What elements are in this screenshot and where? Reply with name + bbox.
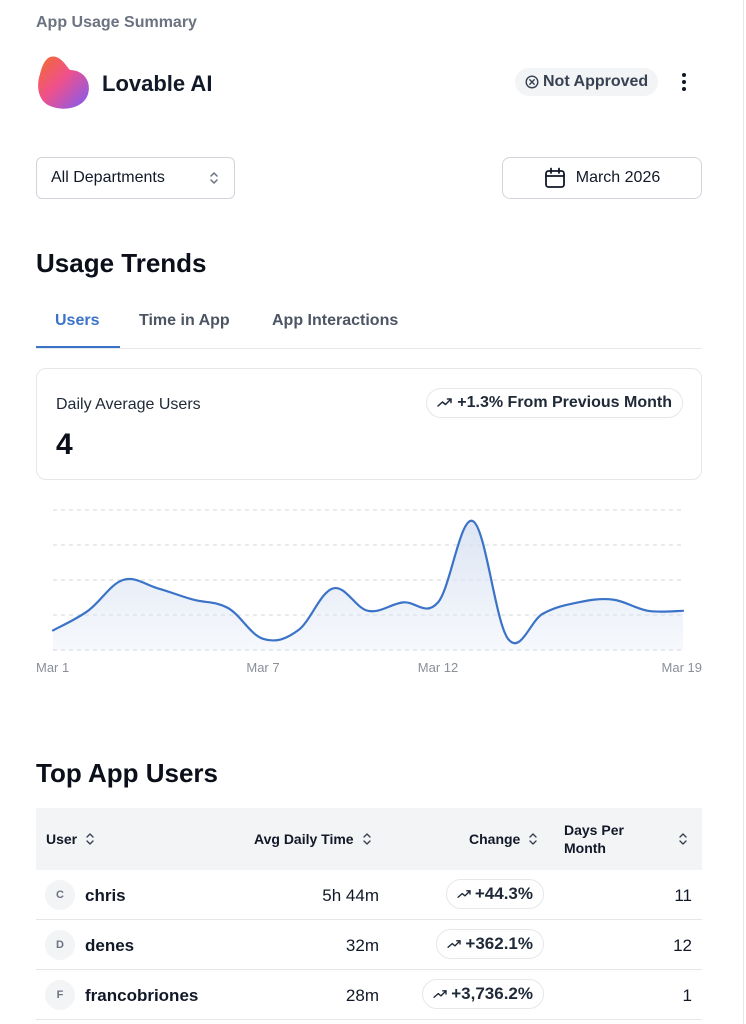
avatar: C: [45, 880, 75, 910]
status-badge: Not Approved: [515, 68, 659, 96]
days-per-month: 1: [682, 986, 692, 1005]
metric-value: 4: [56, 428, 73, 461]
change-badge: +44.3%: [445, 879, 544, 909]
sort-icon: [529, 833, 538, 845]
column-header-change-label: Change: [469, 831, 521, 847]
trending-up-icon: [447, 939, 462, 948]
page-heading: App Usage Summary: [36, 14, 197, 31]
trending-up-icon: [457, 889, 471, 898]
x-tick-label: Mar 7: [246, 660, 279, 675]
sort-icon: [86, 833, 94, 845]
user-name: denes: [85, 936, 135, 955]
change-value: +3,736.2%: [451, 984, 533, 1003]
table-header: User Avg Daily Time Change Days Per Mont…: [36, 808, 702, 870]
avg-daily-time: 28m: [345, 986, 379, 1005]
avatar: D: [45, 930, 75, 960]
column-header-user[interactable]: User: [46, 808, 95, 870]
user-name: francobriones: [85, 986, 199, 1005]
change-value: +44.3%: [474, 884, 533, 903]
column-header-days-per-month[interactable]: Days Per Month: [564, 808, 644, 870]
trend-text: +1.3% From Previous Month: [457, 394, 672, 411]
x-tick-label: Mar 19: [662, 660, 702, 675]
usage-tabs: Users Time in App App Interactions: [36, 302, 702, 349]
metric-label: Daily Average Users: [56, 396, 201, 413]
column-header-avg-daily-time-label: Avg Daily Time: [254, 831, 354, 847]
avg-daily-time: 32m: [345, 936, 379, 955]
change-value: +362.1%: [465, 934, 533, 953]
change-badge: +3,736.2%: [422, 979, 544, 1009]
month-picker-label: March 2026: [575, 169, 661, 186]
page-edge-divider: [743, 0, 744, 1024]
department-select[interactable]: All Departments: [36, 157, 235, 199]
status-label: Not Approved: [543, 73, 649, 90]
app-logo: [38, 56, 89, 109]
active-tab-indicator: [36, 346, 120, 348]
more-options-button[interactable]: [672, 68, 696, 96]
app-name: Lovable AI: [102, 71, 213, 96]
x-tick-label: Mar 12: [418, 660, 458, 675]
column-header-user-label: User: [46, 831, 78, 847]
tab-users[interactable]: Users: [55, 312, 99, 330]
sort-icon: [362, 833, 371, 845]
trending-up-icon: [433, 989, 447, 998]
column-header-avg-daily-time[interactable]: Avg Daily Time: [254, 808, 372, 870]
days-per-month: 11: [674, 886, 692, 905]
month-picker-button[interactable]: March 2026: [502, 157, 702, 199]
kebab-icon: [682, 73, 686, 77]
top-users-table: User Avg Daily Time Change Days Per Mont…: [36, 808, 702, 1020]
column-header-days-per-month-label: Days Per Month: [564, 822, 624, 856]
trend-badge: +1.3% From Previous Month: [426, 388, 683, 418]
x-circle-icon: [525, 75, 539, 89]
app-header: Lovable AI Not Approved: [36, 54, 702, 112]
tab-time-in-app[interactable]: Time in App: [139, 312, 230, 330]
table-row[interactable]: C chris 5h 44m +44.3% 11: [36, 870, 702, 920]
x-tick-label: Mar 1: [36, 660, 69, 675]
chevron-up-down-icon: [210, 172, 218, 184]
trending-up-icon: [437, 398, 453, 407]
tab-app-interactions[interactable]: App Interactions: [272, 312, 398, 330]
department-select-value: All Departments: [51, 169, 165, 186]
user-name: chris: [85, 886, 126, 905]
usage-chart: Mar 1 Mar 7 Mar 12 Mar 19: [36, 509, 702, 675]
top-app-users-title: Top App Users: [36, 758, 219, 788]
table-row[interactable]: F francobriones 28m +3,736.2% 1: [36, 970, 702, 1020]
calendar-icon: [544, 167, 565, 188]
daily-average-users-card: Daily Average Users 4 +1.3% From Previou…: [36, 368, 702, 480]
table-row[interactable]: D denes 32m +362.1% 12: [36, 920, 702, 970]
avatar: F: [45, 980, 75, 1010]
days-per-month: 12: [673, 936, 692, 955]
usage-trends-title: Usage Trends: [36, 248, 207, 278]
column-header-change[interactable]: Change: [469, 808, 538, 870]
change-badge: +362.1%: [436, 929, 544, 959]
sort-icon[interactable]: [678, 832, 688, 846]
avg-daily-time: 5h 44m: [322, 886, 379, 905]
